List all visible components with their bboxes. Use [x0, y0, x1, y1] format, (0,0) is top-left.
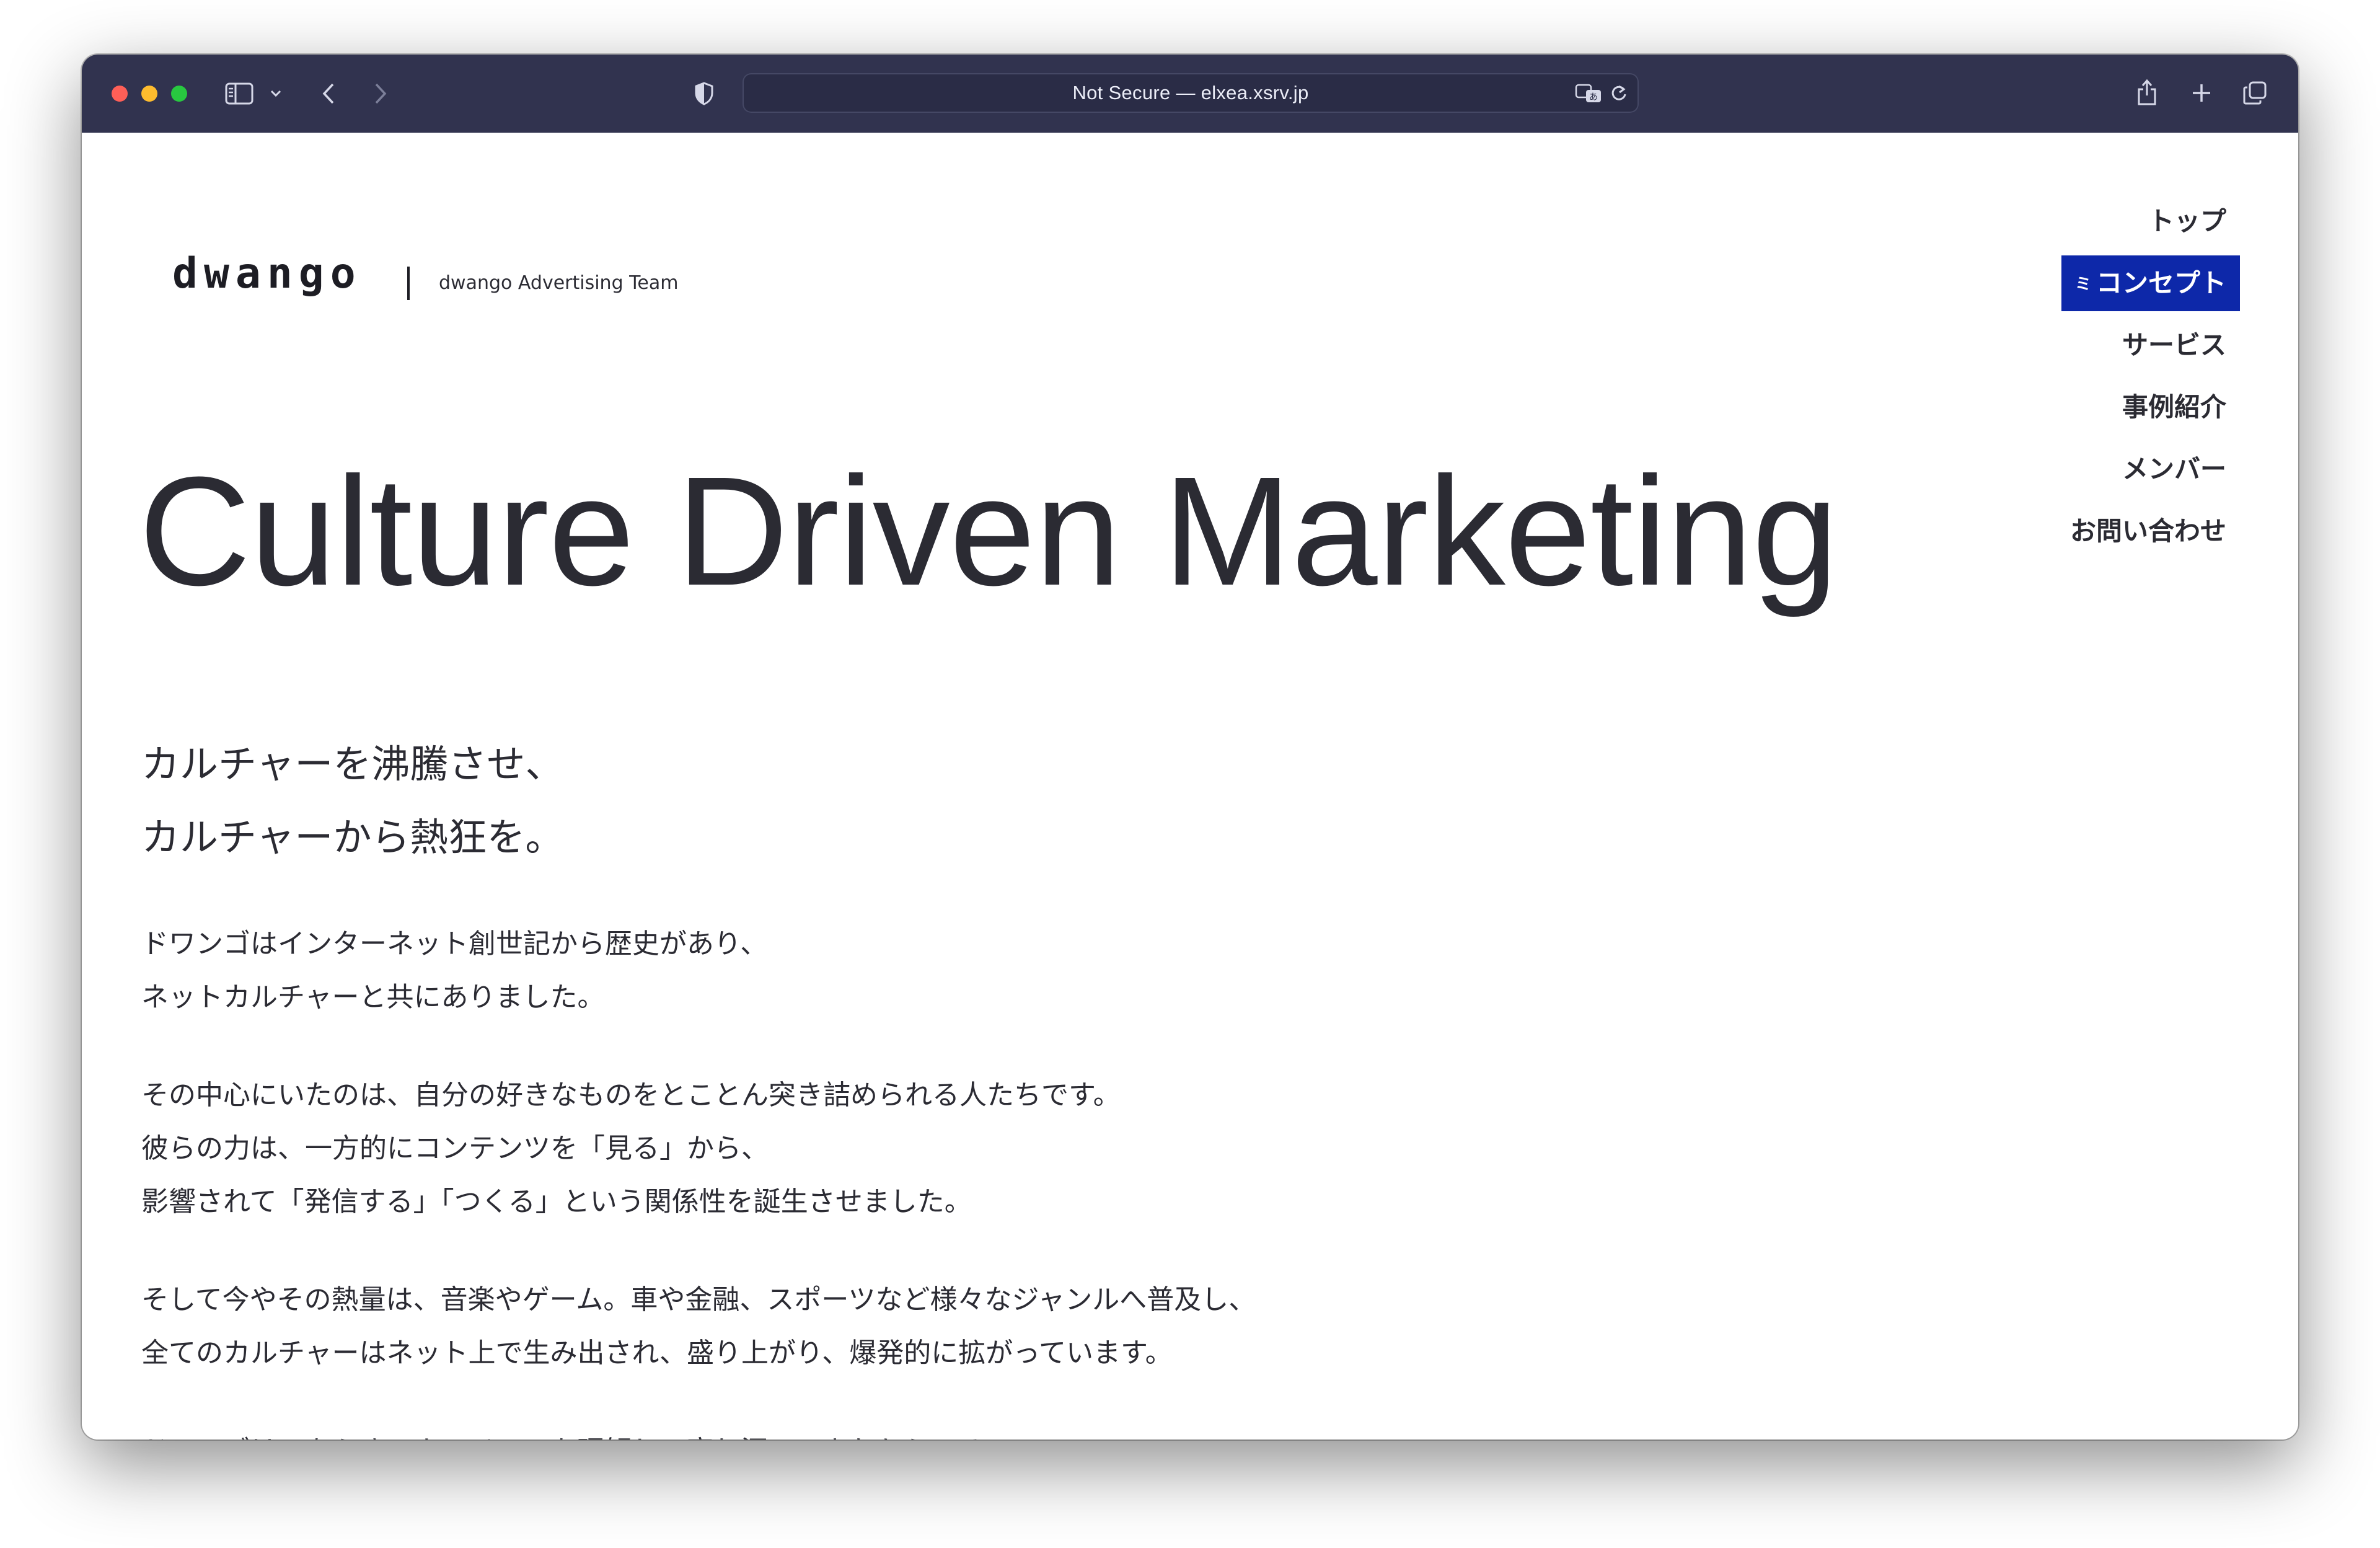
address-text: Not Secure — elxea.xsrv.jp	[1072, 82, 1309, 104]
forward-icon[interactable]	[368, 79, 393, 108]
paragraph: ドワンゴはインターネット創世記から歴史があり、 ネットカルチャーと共にありました…	[141, 918, 1256, 1024]
paragraph-line: そして今やその熱量は、音楽やゲーム。車や金融、スポーツなど様々なジャンルへ普及し…	[141, 1284, 1256, 1316]
translate-icon[interactable]: あ	[1574, 82, 1604, 104]
plus-icon[interactable]	[2189, 81, 2214, 105]
hero-title: Culture Driven Marketing	[139, 444, 1838, 617]
page-content: dwango dwango Advertising Team トップ ミコンセプ…	[82, 133, 2298, 1440]
nav-item-top[interactable]: トップ	[2135, 193, 2240, 249]
lead-copy: カルチャーを沸騰させ、 カルチャーから熱狂を。	[141, 728, 563, 874]
team-name: dwango Advertising Team	[439, 272, 679, 294]
shield-icon[interactable]	[692, 81, 716, 107]
paragraph: その中心にいたのは、自分の好きなものをとことん突き詰められる人たちです。 彼らの…	[141, 1069, 1256, 1229]
nav-item-members[interactable]: メンバー	[2109, 441, 2240, 497]
back-icon[interactable]	[316, 79, 341, 108]
share-icon[interactable]	[2135, 77, 2159, 108]
paragraph: ドワンゴは、あらゆるカルチャーを理解し、寄り添ってきたからこそ	[141, 1425, 1256, 1440]
dwango-logo[interactable]: dwango	[172, 253, 362, 295]
site-nav: トップ ミコンセプト サービス 事例紹介 メンバー お問い合わせ	[2056, 193, 2240, 565]
lead-line: カルチャーを沸騰させ、	[141, 741, 564, 787]
active-marker-icon: ミ	[2074, 275, 2091, 294]
paragraph-line: 全てのカルチャーはネット上で生み出され、盛り上がり、爆発的に拡がっています。	[141, 1337, 1173, 1369]
tabs-icon[interactable]	[2241, 79, 2268, 107]
svg-text:あ: あ	[1589, 92, 1598, 102]
paragraph-line: 影響されて「発信する」「つくる」という関係性を誕生させました。	[141, 1186, 972, 1218]
nav-item-services[interactable]: サービス	[2109, 317, 2240, 373]
close-window-button[interactable]	[112, 86, 128, 102]
browser-window: Not Secure — elxea.xsrv.jp あ dwango dwan…	[82, 55, 2298, 1440]
minimize-window-button[interactable]	[141, 86, 157, 102]
nav-item-cases[interactable]: 事例紹介	[2109, 379, 2240, 435]
paragraph-line: ドワンゴはインターネット創世記から歴史があり、	[141, 928, 768, 960]
nav-item-concept[interactable]: ミコンセプト	[2061, 255, 2240, 311]
logo-divider	[407, 267, 410, 300]
paragraph-line: その中心にいたのは、自分の好きなものをとことん突き詰められる人たちです。	[141, 1079, 1121, 1111]
address-bar[interactable]: Not Secure — elxea.xsrv.jp あ	[743, 73, 1639, 113]
paragraph-line: ネットカルチャーと共にありました。	[141, 981, 605, 1013]
lead-line: カルチャーから熱狂を。	[141, 815, 564, 860]
paragraph: そして今やその熱量は、音楽やゲーム。車や金融、スポーツなど様々なジャンルへ普及し…	[141, 1273, 1256, 1380]
chevron-down-icon[interactable]	[268, 86, 284, 102]
sidebar-icon[interactable]	[223, 82, 255, 105]
paragraph-line: ドワンゴは、あらゆるカルチャーを理解し、寄り添ってきたからこそ	[141, 1425, 1256, 1440]
nav-item-concept-label: コンセプト	[2096, 268, 2226, 298]
browser-toolbar: Not Secure — elxea.xsrv.jp あ	[82, 55, 2298, 133]
paragraph-line: 彼らの力は、一方的にコンテンツを「見る」から、	[141, 1133, 769, 1164]
reload-icon[interactable]	[1609, 83, 1629, 103]
nav-item-contact[interactable]: お問い合わせ	[2056, 503, 2240, 559]
concept-body: ドワンゴはインターネット創世記から歴史があり、 ネットカルチャーと共にありました…	[141, 918, 1256, 1440]
zoom-window-button[interactable]	[171, 86, 187, 102]
